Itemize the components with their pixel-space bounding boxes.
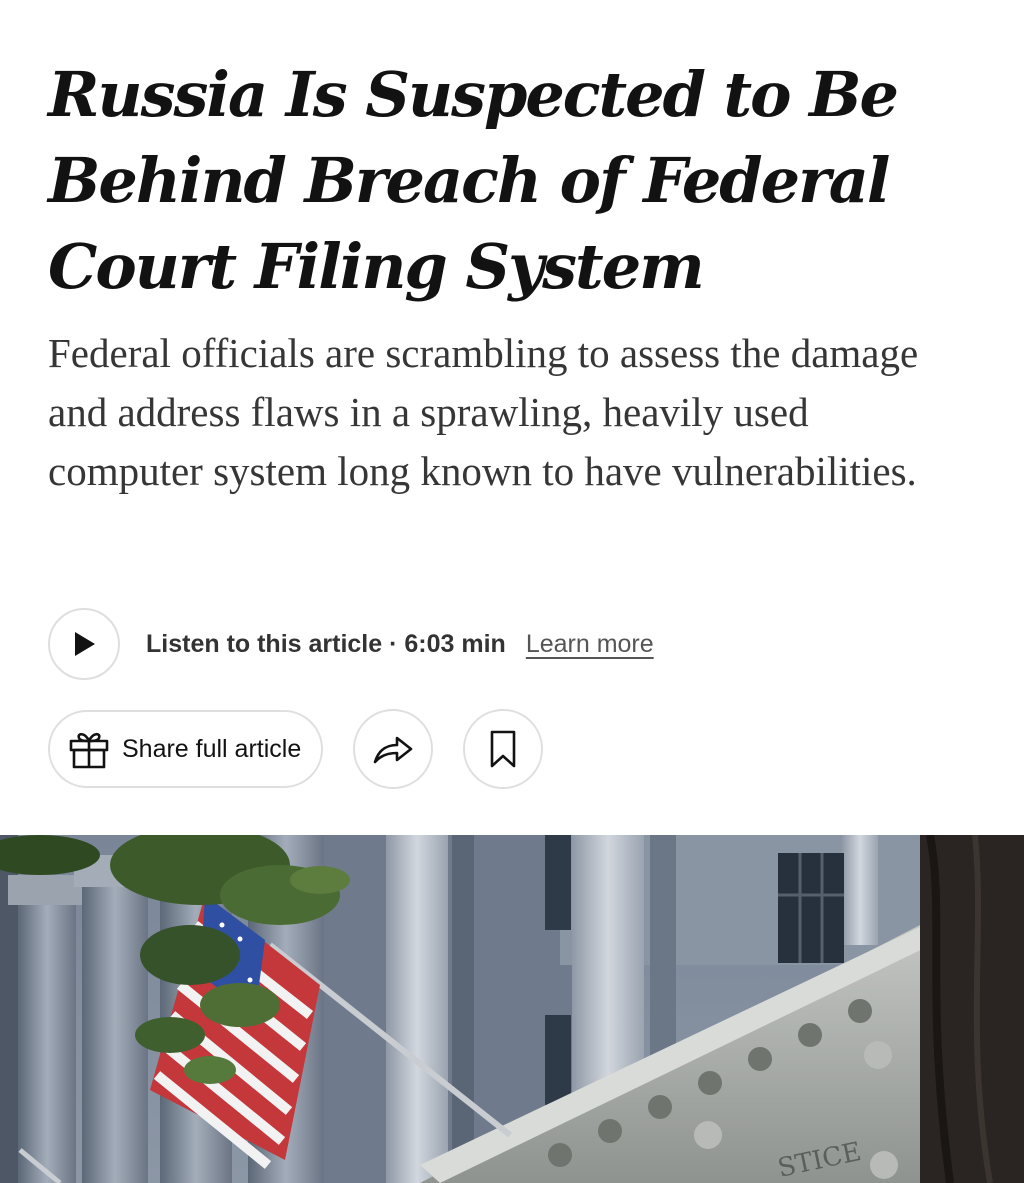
article-headline: Russia Is Suspected to Be Behind Breach … xyxy=(48,58,899,303)
justice-building-photo: STICE xyxy=(0,835,1024,1183)
listen-label: Listen to this article · 6:03 min xyxy=(146,629,506,658)
save-button[interactable] xyxy=(463,709,544,789)
share-arrow-icon xyxy=(373,736,413,764)
play-icon xyxy=(75,632,95,656)
tree-trunk xyxy=(920,835,1024,1183)
gift-icon xyxy=(69,732,109,769)
hero-image: STICE xyxy=(0,835,1024,1183)
bookmark-icon xyxy=(490,730,516,768)
article-summary: Federal officials are scrambling to asse… xyxy=(48,330,919,494)
play-button[interactable] xyxy=(48,608,120,680)
article-actions: Share full article xyxy=(48,709,544,789)
share-full-article-label: Share full article xyxy=(122,734,302,763)
share-button[interactable] xyxy=(353,709,434,789)
learn-more-link[interactable]: Learn more xyxy=(526,630,654,659)
share-full-article-button[interactable]: Share full article xyxy=(48,710,324,788)
audio-player: Listen to this article · 6:03 min Learn … xyxy=(48,606,654,682)
article-page: Russia Is Suspected to Be Behind Breach … xyxy=(0,0,1024,1183)
